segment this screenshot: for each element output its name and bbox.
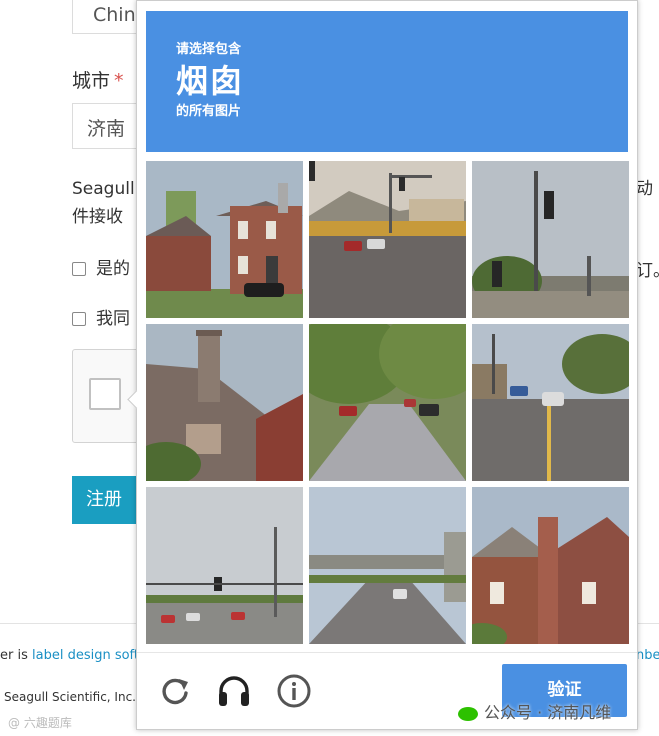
consent-label-right: 订。 (636, 261, 659, 281)
agree-label: 我同 (96, 309, 130, 329)
wechat-watermark: 公众号 · 济南凡维 (458, 699, 611, 723)
required-mark: * (114, 70, 124, 92)
agree-checkbox[interactable] (72, 312, 86, 326)
image-tile-6[interactable] (472, 324, 629, 481)
image-tile-5[interactable] (309, 324, 466, 481)
instruction-prefix: 请选择包含 (176, 42, 242, 57)
house-chimney-image-2 (472, 487, 629, 644)
footer-prefix: er is (0, 648, 32, 663)
city-value: 济南 (87, 118, 126, 140)
intersection-image (309, 161, 466, 318)
notice-text-right: 动 (636, 179, 653, 199)
image-tile-2[interactable] (309, 161, 466, 318)
info-icon[interactable] (276, 673, 312, 709)
city-label-text: 城市 (72, 70, 111, 92)
challenge-footer-divider (137, 652, 637, 653)
street-cars-image (472, 324, 629, 481)
target-object: 烟囱 (176, 62, 245, 100)
recaptcha-checkbox[interactable] (89, 378, 121, 410)
copyright-text: Seagull Scientific, Inc. (4, 690, 136, 704)
notice-text: Seagull 件接收 (72, 175, 135, 231)
image-tile-9[interactable] (472, 487, 629, 644)
image-tile-8[interactable] (309, 487, 466, 644)
city-label: 城市 * (72, 66, 124, 93)
image-tile-4[interactable] (146, 324, 303, 481)
image-tile-1[interactable] (146, 161, 303, 318)
notice-line-1: Seagull (72, 179, 135, 199)
image-grid (146, 161, 629, 644)
consent-checkbox-row[interactable]: 是的 (72, 254, 130, 279)
agree-checkbox-row[interactable]: 我同 (72, 304, 130, 329)
reload-icon[interactable] (157, 673, 193, 709)
notice-line-2: 件接收 (72, 207, 123, 227)
house-chimney-image (146, 161, 303, 318)
watermark-text: 公众号 · 济南凡维 (484, 703, 612, 722)
consent-label: 是的 (96, 259, 130, 279)
image-tile-3[interactable] (472, 161, 629, 318)
bottom-watermark: @ 六趣题库 (8, 716, 72, 730)
highway-image (146, 487, 303, 644)
register-button[interactable]: 注册 (72, 476, 136, 524)
challenge-header: 请选择包含 烟囱 的所有图片 (146, 11, 628, 152)
footer-link[interactable]: label design softw (32, 648, 150, 663)
footer-text: er is label design softw (0, 648, 150, 663)
captcha-challenge: 请选择包含 烟囱 的所有图片 验证 (127, 0, 638, 730)
traffic-light-image (472, 161, 629, 318)
audio-icon[interactable] (216, 673, 252, 709)
image-tile-7[interactable] (146, 487, 303, 644)
tree-street-image (309, 324, 466, 481)
overpass-image (309, 487, 466, 644)
instruction-suffix: 的所有图片 (176, 104, 242, 119)
footer-link-right[interactable]: nbe (636, 648, 659, 663)
roof-chimney-image (146, 324, 303, 481)
wechat-icon (458, 706, 478, 721)
consent-checkbox[interactable] (72, 262, 86, 276)
